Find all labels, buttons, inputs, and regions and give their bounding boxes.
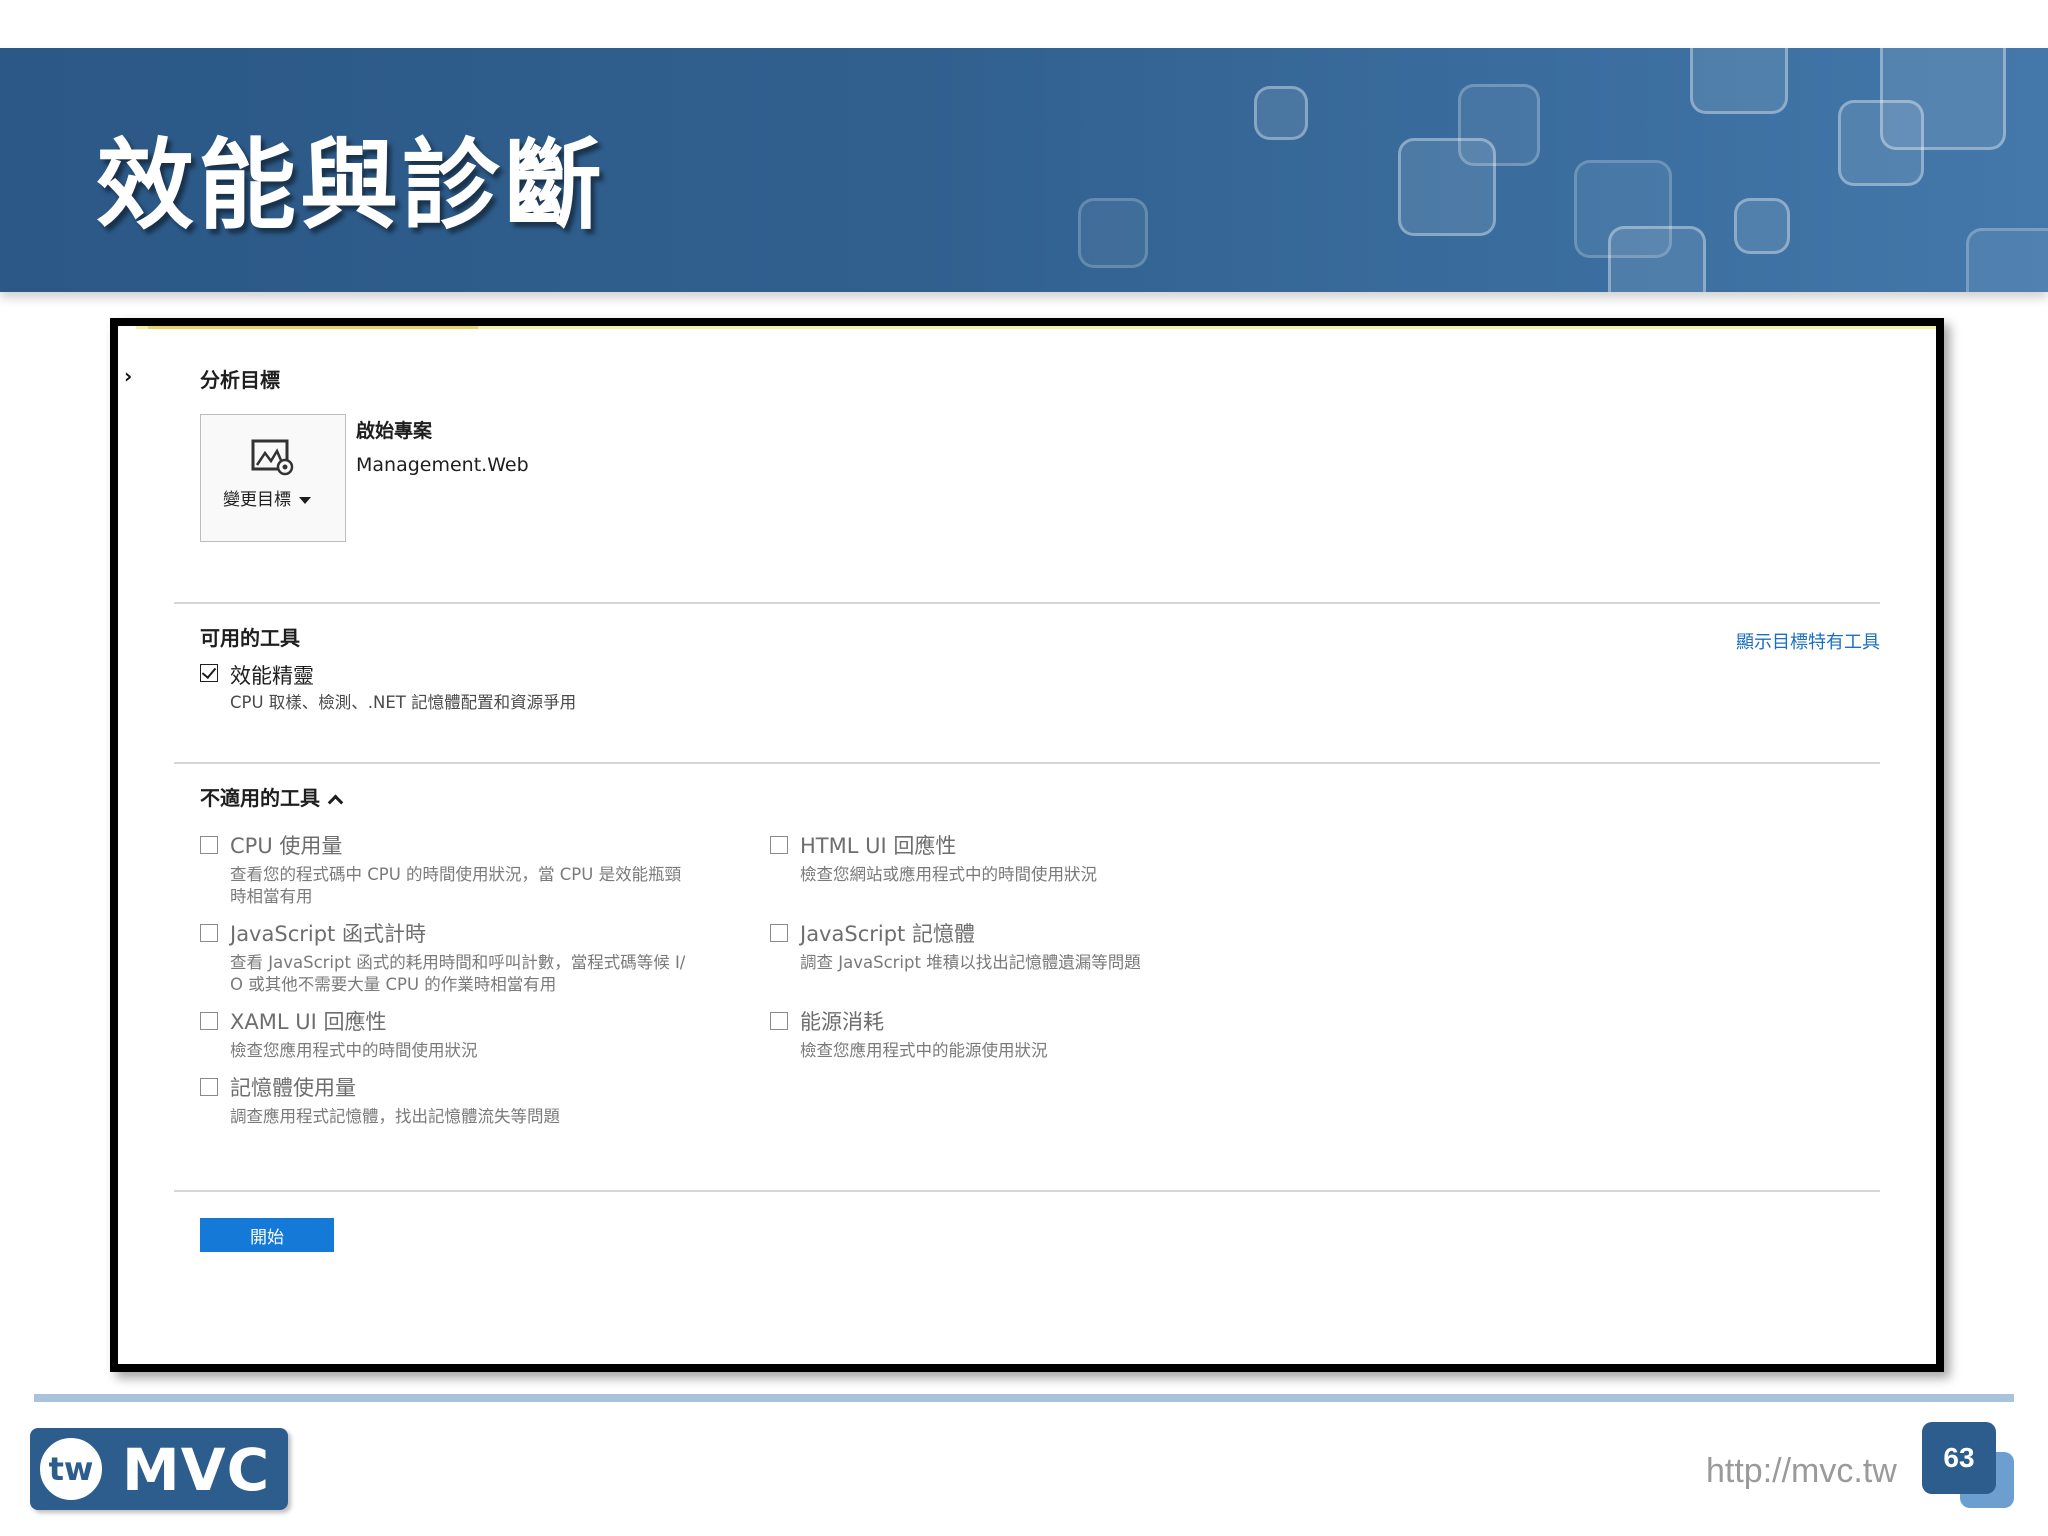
- target-image-gear-icon: [251, 439, 294, 476]
- diagnostics-hub-panel: › 分析目標 變更目標 啟始專案 Management.Web 可用的工具 顯示…: [110, 318, 1944, 1372]
- change-target-label: 變更目標: [223, 485, 311, 510]
- logo-tw-circle: tw: [36, 1434, 106, 1504]
- divider: [174, 762, 1880, 764]
- start-button[interactable]: 開始: [200, 1218, 334, 1252]
- memory-usage-label: 記憶體使用量: [230, 1076, 356, 1100]
- cpu-usage-description: 查看您的程式碼中 CPU 的時間使用狀況，當 CPU 是效能瓶頸 時相當有用: [230, 865, 682, 906]
- slide-title: 效能與診斷: [96, 129, 607, 243]
- slide-header-band: 效能與診斷: [0, 48, 2048, 292]
- xaml-ui-responsiveness-label: XAML UI 回應性: [230, 1010, 387, 1034]
- energy-consumption-description: 檢查您應用程式中的能源使用狀況: [800, 1041, 1048, 1060]
- cpu-usage-label: CPU 使用量: [230, 834, 343, 858]
- twmvc-logo: tw MVC: [30, 1428, 288, 1510]
- show-target-tools-link[interactable]: 顯示目標特有工具: [1736, 628, 1880, 654]
- performance-wizard-label: 效能精靈: [230, 664, 314, 688]
- startup-project-label: 啟始專案: [356, 420, 433, 442]
- divider: [174, 602, 1880, 604]
- top-tab-indicator: [148, 326, 478, 329]
- logo-mvc-text: MVC: [122, 1436, 271, 1504]
- js-function-timing-checkbox[interactable]: [200, 924, 218, 942]
- js-memory-description: 調查 JavaScript 堆積以找出記憶體遺漏等問題: [800, 953, 1141, 972]
- decorative-square: [1734, 198, 1790, 254]
- project-name: Management.Web: [356, 454, 529, 476]
- js-memory-checkbox[interactable]: [770, 924, 788, 942]
- energy-consumption-checkbox[interactable]: [770, 1012, 788, 1030]
- change-target-button[interactable]: 變更目標: [200, 414, 346, 542]
- unavailable-tools-heading[interactable]: 不適用的工具: [200, 782, 344, 811]
- chevron-up-icon: [327, 794, 344, 811]
- js-memory-label: JavaScript 記憶體: [800, 922, 975, 946]
- js-function-timing-label: JavaScript 函式計時: [230, 922, 426, 946]
- collapse-expander-icon[interactable]: ›: [124, 364, 132, 388]
- caret-down-icon: [299, 496, 311, 504]
- memory-usage-description: 調查應用程式記憶體，找出記憶體流失等問題: [230, 1107, 560, 1126]
- decorative-square: [1690, 48, 1788, 114]
- xaml-ui-responsiveness-checkbox[interactable]: [200, 1012, 218, 1030]
- logo-tw-text: tw: [48, 1450, 94, 1488]
- js-function-timing-description: 查看 JavaScript 函式的耗用時間和呼叫計數，當程式碼等候 I/ O 或…: [230, 953, 686, 994]
- decorative-square: [1966, 228, 2048, 292]
- cpu-usage-checkbox[interactable]: [200, 836, 218, 854]
- decorative-square: [1880, 48, 2006, 150]
- html-ui-responsiveness-description: 檢查您網站或應用程式中的時間使用狀況: [800, 865, 1097, 884]
- memory-usage-checkbox[interactable]: [200, 1078, 218, 1096]
- decorative-square: [1254, 86, 1308, 140]
- performance-wizard-checkbox[interactable]: [200, 664, 218, 682]
- energy-consumption-label: 能源消耗: [800, 1010, 884, 1034]
- divider: [174, 1190, 1880, 1192]
- footer-line: [34, 1394, 2014, 1402]
- analysis-target-heading: 分析目標: [200, 368, 280, 392]
- performance-wizard-description: CPU 取樣、檢測、.NET 記憶體配置和資源爭用: [230, 693, 577, 712]
- xaml-ui-responsiveness-description: 檢查您應用程式中的時間使用狀況: [230, 1041, 478, 1060]
- decorative-square: [1078, 198, 1148, 268]
- html-ui-responsiveness-checkbox[interactable]: [770, 836, 788, 854]
- available-tools-heading: 可用的工具: [200, 626, 300, 650]
- footer-url: http://mvc.tw: [1706, 1452, 1897, 1490]
- page-number-badge: 63: [1922, 1422, 1996, 1494]
- decorative-square: [1608, 226, 1706, 292]
- html-ui-responsiveness-label: HTML UI 回應性: [800, 834, 957, 858]
- decorative-square: [1458, 84, 1540, 166]
